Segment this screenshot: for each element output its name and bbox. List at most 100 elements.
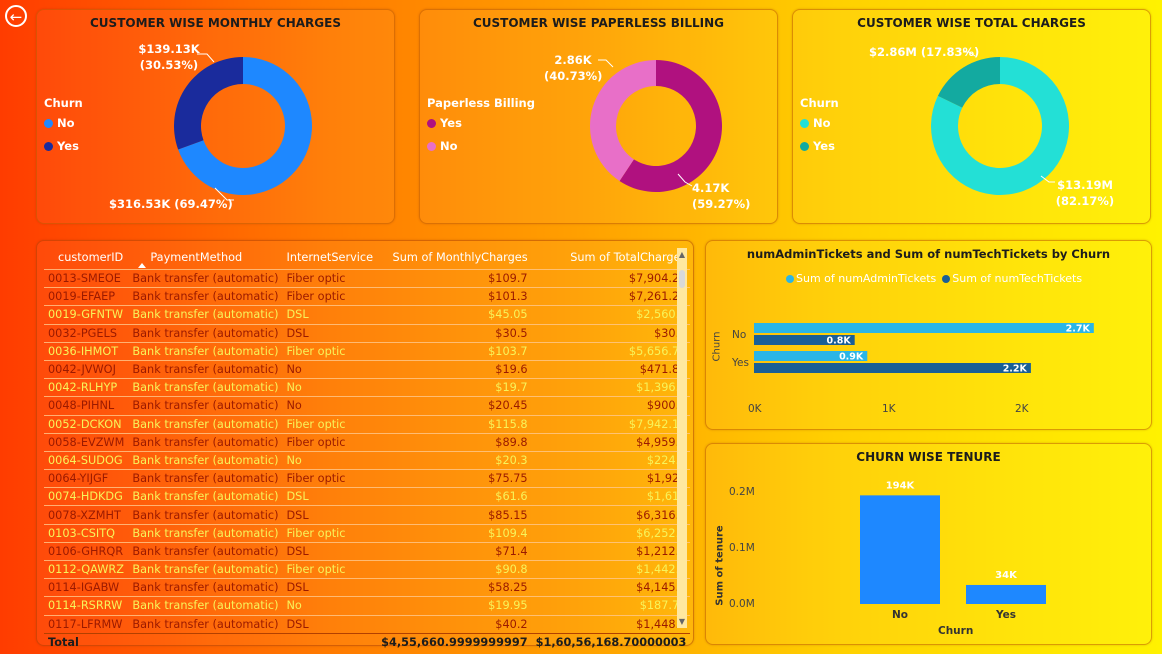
monthly-donut[interactable] xyxy=(37,10,394,223)
table-row[interactable]: 0036-IHMOT Bank transfer (automatic) Fiber… xyxy=(44,341,691,361)
tenure-panel: CHURN WISE TENURE Sum of tenure 0.2M 0.1… xyxy=(705,443,1152,645)
cell-paymentmethod: Bank transfer (automatic) xyxy=(128,578,283,597)
tickets-x-tick-1: 1K xyxy=(882,403,896,415)
cell-customerid: 0117-LFRMW xyxy=(44,614,129,634)
cell-totalcharges: $7,261.25 xyxy=(531,287,691,306)
cell-monthlycharges: $103.7 xyxy=(377,341,532,361)
paperless-panel: CUSTOMER WISE PAPERLESS BILLING Paperles… xyxy=(419,9,778,224)
arrow-left-circle-icon[interactable]: ← xyxy=(5,5,27,27)
cell-customerid: 0114-IGABW xyxy=(44,578,129,597)
scrollbar-thumb[interactable] xyxy=(679,270,685,288)
cell-monthlycharges: $75.75 xyxy=(377,469,532,488)
cell-internetservice: DSL xyxy=(282,541,378,561)
col-totalcharges[interactable]: Sum of TotalCharges xyxy=(532,245,691,270)
cell-internetservice: Fiber optic xyxy=(282,287,378,306)
cell-customerid: 0112-QAWRZ xyxy=(44,559,129,579)
table-row[interactable]: 0019-EFAEP Bank transfer (automatic) Fiber… xyxy=(44,287,691,306)
cell-internetservice: Fiber optic xyxy=(282,414,378,434)
total-total-charges: $1,60,56,168.70000003 xyxy=(531,632,691,652)
table-row[interactable]: 0032-PGELS Bank transfer (automatic) DSL $3… xyxy=(44,323,691,343)
scroll-down-icon[interactable]: ▼ xyxy=(677,617,687,626)
table-row[interactable]: 0048-PIHNL Bank transfer (automatic) No $20… xyxy=(44,396,691,415)
table-row[interactable]: 0064-YIJGF Bank transfer (automatic) Fiber… xyxy=(44,469,691,488)
tenure-bar-no[interactable] xyxy=(860,495,940,604)
cell-internetservice: DSL xyxy=(282,505,378,525)
tenure-bar-yes[interactable] xyxy=(966,584,1046,604)
cell-customerid: 0019-GFNTW xyxy=(44,305,129,325)
cell-internetservice: DSL xyxy=(282,487,378,506)
tickets-data-label: 0.9K xyxy=(839,352,864,363)
table-row[interactable]: 0064-SUDOG Bank transfer (automatic) No $20… xyxy=(44,450,691,470)
cell-totalcharges: $1,929 xyxy=(531,469,691,488)
cell-monthlycharges: $19.7 xyxy=(377,378,532,397)
tickets-chart[interactable]: No 2.7K 0.8K Yes 0.9K 2.2K xyxy=(706,241,1151,429)
cell-paymentmethod: Bank transfer (automatic) xyxy=(128,487,283,506)
cell-customerid: 0019-EFAEP xyxy=(44,287,129,306)
cell-paymentmethod: Bank transfer (automatic) xyxy=(128,396,283,415)
total-charges-panel: CUSTOMER WISE TOTAL CHARGES Churn No Yes… xyxy=(792,9,1151,224)
col-paymentmethod[interactable]: PaymentMethod xyxy=(128,245,282,270)
table-row[interactable]: 0114-IGABW Bank transfer (automatic) DSL $5… xyxy=(44,578,691,597)
col-customerid[interactable]: customerID xyxy=(44,245,128,270)
tickets-x-tick-0: 0K xyxy=(748,403,762,415)
total-label-no: $13.19M (82.17%) xyxy=(1055,178,1115,208)
cell-paymentmethod: Bank transfer (automatic) xyxy=(128,505,283,525)
cell-customerid: 0048-PIHNL xyxy=(44,396,129,415)
table-row[interactable]: 0117-LFRMW Bank transfer (automatic) DSL $4… xyxy=(44,614,691,634)
cell-internetservice: Fiber optic xyxy=(282,469,378,488)
table-row[interactable]: 0106-GHRQR Bank transfer (automatic) DSL $7… xyxy=(44,541,691,561)
table-row[interactable]: 0013-SMEOE Bank transfer (automatic) Fiber… xyxy=(44,268,691,288)
table-row[interactable]: 0019-GFNTW Bank transfer (automatic) DSL $4… xyxy=(44,305,691,325)
cell-internetservice: No xyxy=(282,450,378,470)
table-row[interactable]: 0074-HDKDG Bank transfer (automatic) DSL $6… xyxy=(44,487,691,506)
table-row[interactable]: 0052-DCKON Bank transfer (automatic) Fiber… xyxy=(44,414,691,434)
cell-paymentmethod: Bank transfer (automatic) xyxy=(128,559,283,579)
cell-internetservice: Fiber optic xyxy=(282,432,378,452)
tickets-bar[interactable] xyxy=(754,323,1094,333)
tickets-bar[interactable] xyxy=(754,363,1031,373)
tenure-data-label: 34K xyxy=(995,570,1018,581)
cell-customerid: 0042-RLHYP xyxy=(44,378,129,397)
table-row[interactable]: 0042-JVWOJ Bank transfer (automatic) No $19… xyxy=(44,359,691,379)
cell-paymentmethod: Bank transfer (automatic) xyxy=(128,596,283,616)
cell-internetservice: No xyxy=(282,359,378,379)
cell-internetservice: Fiber optic xyxy=(282,341,378,361)
cell-totalcharges: $4,145.9 xyxy=(531,578,691,597)
cell-customerid: 0052-DCKON xyxy=(44,414,129,434)
cell-paymentmethod: Bank transfer (automatic) xyxy=(128,268,283,288)
cell-monthlycharges: $20.45 xyxy=(377,396,532,415)
cell-totalcharges: $1,212.1 xyxy=(531,541,691,561)
table-row[interactable]: 0103-CSITQ Bank transfer (automatic) Fiber… xyxy=(44,523,691,543)
monthly-label-yes: $139.13K (30.53%) xyxy=(138,42,200,72)
cell-paymentmethod: Bank transfer (automatic) xyxy=(128,359,283,379)
total-label: Total xyxy=(44,632,129,652)
table-row[interactable]: 0112-QAWRZ Bank transfer (automatic) Fiber… xyxy=(44,559,691,579)
tenure-chart[interactable]: 194K No 34K Yes xyxy=(706,444,1151,644)
col-monthlycharges[interactable]: Sum of MonthlyCharges xyxy=(377,245,532,270)
table-row[interactable]: 0058-EVZWM Bank transfer (automatic) Fiber… xyxy=(44,432,691,452)
cell-totalcharges: $471.85 xyxy=(531,359,691,379)
cell-totalcharges: $187.75 xyxy=(531,596,691,616)
tickets-y-tick-no: No xyxy=(732,329,746,341)
cell-customerid: 0078-XZMHT xyxy=(44,505,129,525)
tickets-x-tick-2: 2K xyxy=(1015,403,1029,415)
paperless-label-no: 2.86K (40.73%) xyxy=(544,53,603,83)
cell-internetservice: DSL xyxy=(282,305,378,325)
cell-customerid: 0103-CSITQ xyxy=(44,523,129,543)
donut-slice-yes[interactable] xyxy=(937,57,1000,108)
cell-paymentmethod: Bank transfer (automatic) xyxy=(128,305,283,325)
col-internetservice[interactable]: InternetService xyxy=(282,245,377,270)
table-row[interactable]: 0078-XZMHT Bank transfer (automatic) DSL $8… xyxy=(44,505,691,525)
table-row[interactable]: 0042-RLHYP Bank transfer (automatic) No $19… xyxy=(44,378,691,397)
cell-internetservice: DSL xyxy=(282,614,378,634)
cell-internetservice: Fiber optic xyxy=(282,268,378,288)
cell-internetservice: DSL xyxy=(282,578,378,597)
table-row[interactable]: 0114-RSRRW Bank transfer (automatic) No $19… xyxy=(44,596,691,616)
table-scrollbar[interactable]: ▲ ▼ xyxy=(677,248,687,628)
scroll-up-icon[interactable]: ▲ xyxy=(677,250,687,259)
cell-internetservice: Fiber optic xyxy=(282,523,378,543)
monthly-label-no: $316.53K (69.47%) xyxy=(109,197,233,211)
tickets-data-label: 2.7K xyxy=(1066,324,1091,335)
cell-customerid: 0058-EVZWM xyxy=(44,432,129,452)
sort-ascending-icon[interactable] xyxy=(138,263,146,268)
